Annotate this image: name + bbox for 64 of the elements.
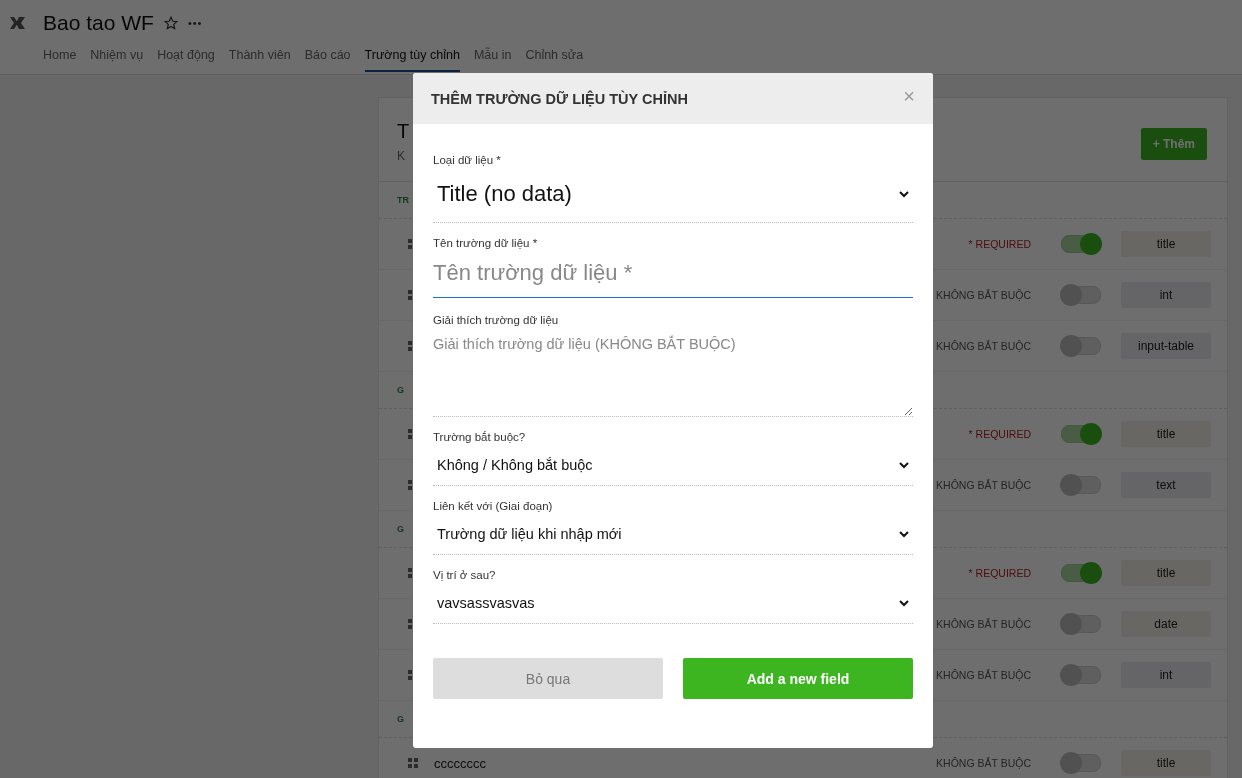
type-tag: int <box>1121 662 1211 688</box>
project-title: Bao tao WF <box>43 11 154 35</box>
toggle-switch[interactable] <box>1061 337 1101 355</box>
field-name: cccccccc <box>434 755 487 771</box>
toggle-switch[interactable] <box>1061 564 1101 582</box>
nav-tab[interactable]: Nhiệm vụ <box>90 48 144 72</box>
group-title: G <box>397 385 404 395</box>
required-status: KHÔNG BẮT BUỘC <box>936 669 1031 681</box>
field-label: Tên trường dữ liệu * <box>433 237 539 249</box>
toggle-switch[interactable] <box>1061 425 1101 443</box>
required-status: KHÔNG BẮT BUỘC <box>936 340 1031 352</box>
required-status: KHÔNG BẮT BUỘC <box>936 289 1031 301</box>
field-label: Trường bắt buộc? <box>433 431 527 443</box>
required-status: KHÔNG BẮT BUỘC <box>936 479 1031 491</box>
nav-tab[interactable]: Home <box>43 48 77 72</box>
add-button[interactable]: + Thêm <box>1140 128 1207 160</box>
toggle-switch[interactable] <box>1061 615 1101 633</box>
type-tag: title <box>1121 231 1211 257</box>
nav-tab[interactable]: Thành viên <box>228 48 291 72</box>
chevron-down-icon <box>899 530 909 538</box>
toggle-switch[interactable] <box>1061 754 1101 772</box>
dropdown[interactable]: Trường dữ liệu khi nhập mới <box>433 514 913 555</box>
cancel-button[interactable]: Bỏ qua <box>433 658 663 699</box>
field-label: Liên kết với (Giai đoạn) <box>433 500 554 512</box>
field-label: Loại dữ liệu * <box>433 154 502 166</box>
drag-handle-icon[interactable] <box>408 758 418 768</box>
chevron-down-icon <box>899 190 909 198</box>
logo-icon <box>9 15 27 31</box>
dropdown[interactable]: Title (no data) <box>433 166 913 223</box>
required-status: * REQUIRED <box>968 428 1031 440</box>
type-tag: input-table <box>1121 333 1211 359</box>
type-tag: title <box>1121 750 1211 776</box>
required-status: KHÔNG BẮT BUỘC <box>936 757 1031 769</box>
type-tag: title <box>1121 421 1211 447</box>
nav-tab[interactable]: Báo cáo <box>304 48 351 72</box>
toggle-switch[interactable] <box>1061 235 1101 253</box>
toggle-switch[interactable] <box>1061 286 1101 304</box>
toggle-switch[interactable] <box>1061 666 1101 684</box>
submit-button[interactable]: Add a new field <box>683 658 913 699</box>
field-label: Giải thích trường dữ liệu <box>433 314 560 326</box>
type-tag: text <box>1121 472 1211 498</box>
nav-tab[interactable]: Hoạt động <box>157 48 215 72</box>
chevron-down-icon <box>899 461 909 469</box>
nav-tab[interactable]: Chỉnh sửa <box>525 48 584 72</box>
required-status: KHÔNG BẮT BUỘC <box>936 618 1031 630</box>
group-title: TR <box>397 195 409 205</box>
card-title: T <box>397 120 410 143</box>
star-icon[interactable] <box>163 16 178 30</box>
card-subtitle: K <box>397 149 406 163</box>
dialog-title: THÊM TRƯỜNG DỮ LIỆU TÙY CHỈNH <box>431 90 688 107</box>
type-tag: title <box>1121 560 1211 586</box>
field-label: Vị trí ở sau? <box>433 569 497 581</box>
more-button[interactable]: ••• <box>187 17 203 29</box>
close-button[interactable]: × <box>903 85 915 112</box>
dropdown[interactable]: vavsassvasvas <box>433 583 913 624</box>
type-tag: int <box>1121 282 1211 308</box>
group-title: G <box>397 524 404 534</box>
chevron-down-icon <box>899 599 909 607</box>
group-title: G <box>397 714 404 724</box>
dropdown[interactable]: Không / Không bắt buộc <box>433 445 913 486</box>
toggle-switch[interactable] <box>1061 476 1101 494</box>
required-status: * REQUIRED <box>968 238 1031 250</box>
type-tag: date <box>1121 611 1211 637</box>
required-status: * REQUIRED <box>968 567 1031 579</box>
